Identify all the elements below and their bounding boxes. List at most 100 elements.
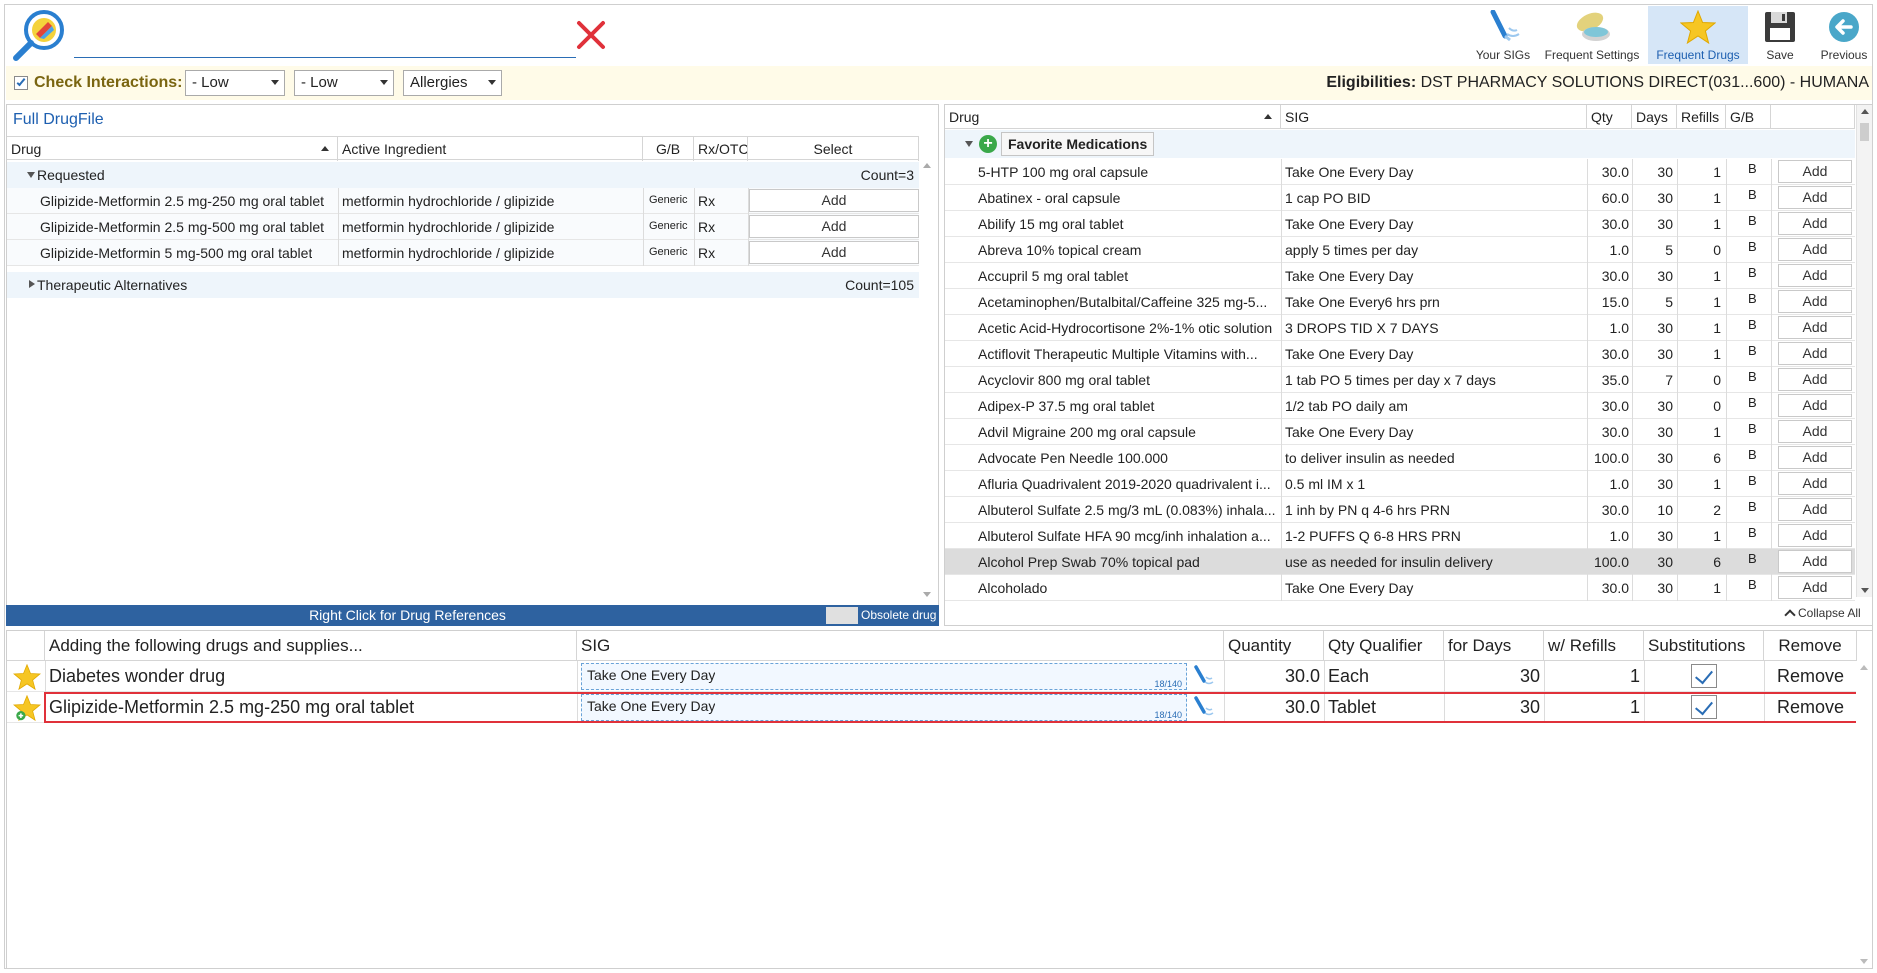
favorite-medication-row[interactable]: Albuterol Sulfate HFA 90 mcg/inh inhalat… (945, 523, 1855, 549)
drug-references-bar[interactable]: Right Click for Drug References (6, 605, 939, 626)
add-favorite-button[interactable]: Add (1778, 186, 1852, 209)
scroll-up-icon[interactable] (1861, 109, 1869, 114)
col-sig[interactable]: SIG (577, 631, 1224, 661)
favorite-medication-row[interactable]: Advil Migraine 200 mg oral capsule Take O… (945, 419, 1855, 445)
alternatives-group-row[interactable]: Therapeutic Alternatives Count=105 (7, 272, 919, 298)
selected-drug-row[interactable]: Diabetes wonder drug Take One Every Day 18… (7, 661, 1857, 692)
favorite-medication-row[interactable]: Accupril 5 mg oral tablet Take One Every … (945, 263, 1855, 289)
qty-qualifier-value[interactable]: Each (1328, 666, 1369, 687)
add-drug-button[interactable]: Add (749, 215, 919, 238)
scroll-up-icon[interactable] (1860, 665, 1868, 670)
requested-group-row[interactable]: Requested Count=3 (7, 162, 919, 188)
add-favorite-button[interactable]: Add (1778, 394, 1852, 417)
favorite-medication-row[interactable]: Advocate Pen Needle 100.000 to deliver in… (945, 445, 1855, 471)
add-favorite-button[interactable]: Add (1778, 446, 1852, 469)
col-refills[interactable]: w/ Refills (1544, 631, 1644, 661)
favorite-medications-group-row[interactable]: + Favorite Medications (945, 130, 1855, 158)
col-qty-qualifier[interactable]: Qty Qualifier (1324, 631, 1444, 661)
col-select[interactable]: Select (748, 137, 919, 161)
drug-search-input[interactable] (74, 26, 576, 56)
add-favorite-button[interactable]: Add (1778, 238, 1852, 261)
interaction-severity-select-1[interactable]: - Low (185, 70, 285, 96)
previous-button[interactable]: Previous (1814, 6, 1874, 64)
interaction-severity-select-2[interactable]: - Low (294, 70, 394, 96)
favorite-medication-row[interactable]: Abreva 10% topical cream apply 5 times pe… (945, 237, 1855, 263)
add-favorite-button[interactable]: Add (1778, 342, 1852, 365)
requested-drug-row[interactable]: Glipizide-Metformin 5 mg-500 mg oral tab… (7, 240, 919, 266)
collapse-all-button[interactable]: Collapse All (1784, 606, 1861, 621)
full-drugfile-title[interactable]: Full DrugFile (13, 111, 104, 129)
col-substitutions[interactable]: Substitutions (1644, 631, 1764, 661)
column-divider (1224, 661, 1225, 692)
add-favorite-button[interactable]: Add (1778, 264, 1852, 287)
column-divider (1771, 523, 1772, 549)
quantity-value[interactable]: 30.0 (1224, 666, 1320, 687)
favorite-medication-row[interactable]: Alcoholado Take One Every Day 30.0 30 1 B Add (945, 575, 1855, 601)
add-favorite-button[interactable]: Add (1778, 576, 1852, 599)
favorite-medication-row[interactable]: Acyclovir 800 mg oral tablet 1 tab PO 5 t… (945, 367, 1855, 393)
col-gb[interactable]: G/B (1726, 105, 1771, 129)
scroll-down-icon[interactable] (1861, 588, 1869, 593)
add-favorite-button[interactable]: Add (1778, 550, 1852, 573)
your-sigs-button[interactable]: Your SIGs (1472, 6, 1534, 64)
remove-button[interactable]: Remove (1764, 666, 1857, 687)
add-favorite-button[interactable]: Add (1778, 524, 1852, 547)
add-favorite-button[interactable]: Add (1778, 498, 1852, 521)
favorite-medication-row[interactable]: Abilify 15 mg oral tablet Take One Every … (945, 211, 1855, 237)
col-refills[interactable]: Refills (1677, 105, 1726, 129)
col-rxotc[interactable]: Rx/OTC (694, 137, 748, 161)
add-favorite-button[interactable]: Add (1778, 368, 1852, 391)
col-quantity[interactable]: Quantity (1224, 631, 1324, 661)
col-for-days[interactable]: for Days (1444, 631, 1544, 661)
add-favorite-button[interactable]: Add (1778, 212, 1852, 235)
add-circle-icon[interactable]: + (979, 135, 997, 153)
add-favorite-button[interactable]: Add (1778, 290, 1852, 313)
favorite-medication-row[interactable]: Adipex-P 37.5 mg oral tablet 1/2 tab PO d… (945, 393, 1855, 419)
add-favorite-button[interactable]: Add (1778, 316, 1852, 339)
favorite-medication-row[interactable]: Acetic Acid-Hydrocortisone 2%-1% otic so… (945, 315, 1855, 341)
refills-value[interactable]: 1 (1544, 666, 1640, 687)
scroll-down-icon[interactable] (1860, 959, 1868, 964)
add-drug-button[interactable]: Add (749, 189, 919, 212)
combo2-value: - Low (301, 74, 338, 91)
requested-drug-row[interactable]: Glipizide-Metformin 2.5 mg-500 mg oral t… (7, 214, 919, 240)
col-drug[interactable]: Adding the following drugs and supplies.… (45, 631, 577, 661)
col-gb[interactable]: G/B (643, 137, 694, 161)
favorite-medication-row[interactable]: Acetaminophen/Butalbital/Caffeine 325 mg… (945, 289, 1855, 315)
right-scrollbar[interactable] (1856, 105, 1872, 597)
col-days[interactable]: Days (1632, 105, 1677, 129)
col-sig[interactable]: SIG (1281, 105, 1587, 129)
frequent-drugs-button[interactable]: Frequent Drugs (1648, 6, 1748, 64)
col-drug[interactable]: Drug (7, 137, 338, 161)
check-interactions-checkbox[interactable] (14, 76, 28, 90)
requested-drug-row[interactable]: Glipizide-Metformin 2.5 mg-250 mg oral t… (7, 188, 919, 214)
scroll-up-icon[interactable] (923, 163, 931, 168)
days-value: 30 (1657, 190, 1673, 206)
column-divider (1771, 211, 1772, 237)
sig-input[interactable]: Take One Every Day 18/140 (581, 663, 1187, 690)
col-qty[interactable]: Qty (1587, 105, 1632, 129)
favorite-medication-row[interactable]: Alcohol Prep Swab 70% topical pad use as … (945, 549, 1855, 575)
add-favorite-button[interactable]: Add (1778, 420, 1852, 443)
favorite-medication-row[interactable]: Abatinex - oral capsule 1 cap PO BID 60.0 3… (945, 185, 1855, 211)
favorite-medication-row[interactable]: Afluria Quadrivalent 2019-2020 quadrival… (945, 471, 1855, 497)
save-button[interactable]: Save (1754, 6, 1806, 64)
favorite-medication-row[interactable]: Albuterol Sulfate 2.5 mg/3 mL (0.083%) i… (945, 497, 1855, 523)
sig-pen-icon[interactable] (1192, 665, 1214, 687)
scroll-down-icon[interactable] (923, 592, 931, 597)
frequent-settings-button[interactable]: Frequent Settings (1540, 6, 1644, 64)
col-active-ingredient[interactable]: Active Ingredient (338, 137, 643, 161)
add-drug-button[interactable]: Add (749, 241, 919, 264)
favorite-medication-row[interactable]: 5-HTP 100 mg oral capsule Take One Every … (945, 159, 1855, 185)
left-scrollbar[interactable] (920, 160, 934, 600)
days-value[interactable]: 30 (1444, 666, 1540, 687)
substitutions-checkbox[interactable] (1691, 664, 1717, 688)
col-drug[interactable]: Drug (945, 105, 1281, 129)
add-favorite-button[interactable]: Add (1778, 472, 1852, 495)
allergies-select[interactable]: Allergies (403, 70, 502, 96)
favorite-medication-row[interactable]: Actiflovit Therapeutic Multiple Vitamins… (945, 341, 1855, 367)
clear-search-icon[interactable] (576, 20, 606, 50)
bottom-scrollbar[interactable] (1856, 661, 1872, 968)
scrollbar-thumb[interactable] (1860, 123, 1869, 141)
add-favorite-button[interactable]: Add (1778, 160, 1852, 183)
